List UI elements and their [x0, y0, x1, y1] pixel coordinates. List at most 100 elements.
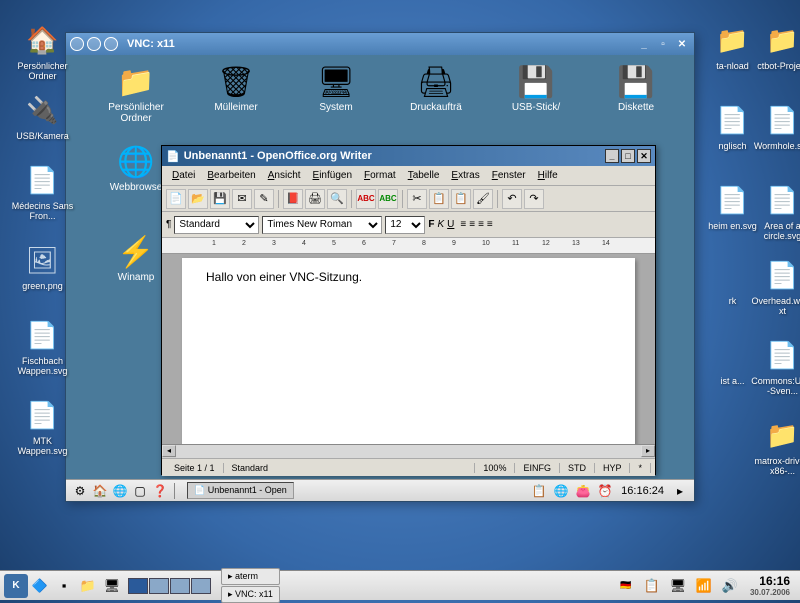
- window-sticky-button[interactable]: [87, 37, 101, 51]
- vnc-terminal-icon[interactable]: ▢: [131, 482, 149, 500]
- align-left-button[interactable]: ≡: [460, 219, 466, 230]
- align-right-button[interactable]: ≡: [478, 219, 484, 230]
- format-paintbrush-button[interactable]: 🖌: [473, 189, 493, 209]
- vnc-icon-pers-nlicher-ordner[interactable]: 📁Persönlicher Ordner: [96, 65, 176, 124]
- scroll-track[interactable]: [176, 445, 641, 458]
- status-zoom[interactable]: 100%: [475, 463, 515, 473]
- konsole-icon[interactable]: ▪: [53, 575, 75, 597]
- bold-button[interactable]: F: [428, 219, 434, 230]
- scroll-right-button[interactable]: ▸: [641, 445, 655, 457]
- save-button[interactable]: 💾: [210, 189, 230, 209]
- vnc-tray-clipboard-icon[interactable]: 📋: [530, 482, 548, 500]
- document-page[interactable]: Hallo von einer VNC-Sitzung.: [182, 258, 635, 444]
- task-button-aterm[interactable]: ▸ aterm: [221, 568, 280, 585]
- undo-button[interactable]: ↶: [502, 189, 522, 209]
- vnc-icon-m-lleimer[interactable]: 🗑Mülleimer: [196, 65, 276, 113]
- desktop-icon-mtk-wappen-svg[interactable]: 📄MTK Wappen.svg: [10, 395, 75, 457]
- vnc-tray-kwallet-icon[interactable]: 👛: [574, 482, 592, 500]
- task-button-vnc-x11[interactable]: ▸ VNC: x11: [221, 586, 280, 603]
- vnc-window[interactable]: VNC: x11 _ ▫ ✕ ⚡Winamp🌐Webbrowse💾Diskett…: [65, 32, 695, 502]
- email-button[interactable]: ✉: [232, 189, 252, 209]
- vnc-help-icon[interactable]: ❓: [151, 482, 169, 500]
- vnc-konqueror-icon[interactable]: 🌐: [111, 482, 129, 500]
- show-desktop-icon[interactable]: 🖥: [101, 575, 123, 597]
- print-button[interactable]: 🖨: [305, 189, 325, 209]
- desktop-icon-matrox-driver-x86-[interactable]: 📁matrox-driver-x86-...: [750, 415, 800, 477]
- edit-button[interactable]: ✎: [254, 189, 274, 209]
- menu-format[interactable]: Format: [358, 168, 402, 183]
- vnc-home-icon[interactable]: 🏠: [91, 482, 109, 500]
- horizontal-scrollbar[interactable]: ◂ ▸: [162, 444, 655, 458]
- tray-display-icon[interactable]: 🖥: [667, 575, 689, 597]
- ooo-minimize-button[interactable]: _: [605, 149, 619, 163]
- vnc-task-openoffice[interactable]: 📄 Unbenannt1 - Open: [187, 482, 294, 499]
- menu-einfügen[interactable]: Einfügen: [307, 168, 358, 183]
- kmenu-button[interactable]: K: [4, 574, 28, 598]
- font-size-select[interactable]: 12: [385, 216, 425, 234]
- tray-clipboard-icon[interactable]: 📋: [641, 575, 663, 597]
- status-insert-mode[interactable]: EINFG: [515, 463, 560, 473]
- desktop-icon-green-png[interactable]: 🖼green.png: [10, 240, 75, 292]
- vnc-kmenu-button[interactable]: ⚙: [71, 482, 89, 500]
- document-area[interactable]: Hallo von einer VNC-Sitzung.: [162, 254, 655, 444]
- pdf-export-button[interactable]: 📕: [283, 189, 303, 209]
- font-name-select[interactable]: Times New Roman: [262, 216, 382, 234]
- window-extra-button[interactable]: [104, 37, 118, 51]
- open-button[interactable]: 📂: [188, 189, 208, 209]
- desktop-icon-m-decins-sans-fron-[interactable]: 📄Médecins Sans Fron...: [10, 160, 75, 222]
- desktop-icon-ctbot-projekt[interactable]: 📁ctbot-Projekt: [750, 20, 800, 72]
- menu-extras[interactable]: Extras: [445, 168, 485, 183]
- taskbar-clock[interactable]: 16:16 30.07.2006: [744, 574, 796, 597]
- desktop-icon-area-of-a-circle-svg[interactable]: 📄Area of a circle.svg: [750, 180, 800, 242]
- menu-datei[interactable]: Datei: [166, 168, 201, 183]
- horizontal-ruler[interactable]: 1234567891011121314: [162, 238, 655, 254]
- vnc-clock[interactable]: 16:16:24: [617, 485, 668, 497]
- openoffice-writer-window[interactable]: 📄 Unbenannt1 - OpenOffice.org Writer _ □…: [161, 145, 656, 475]
- vnc-icon-diskette[interactable]: 💾Diskette: [596, 65, 676, 113]
- vnc-tray-clock-icon[interactable]: ⏰: [596, 482, 614, 500]
- desktop-icon-pers-nlicher-ordner[interactable]: 🏠Persönlicher Ordner: [10, 20, 75, 82]
- vnc-icon-system[interactable]: 🖥System: [296, 65, 376, 113]
- vnc-tray-network-icon[interactable]: 🌐: [552, 482, 570, 500]
- document-text[interactable]: Hallo von einer VNC-Sitzung.: [206, 270, 362, 284]
- desktop-icon-fischbach-wappen-svg[interactable]: 📄Fischbach Wappen.svg: [10, 315, 75, 377]
- vnc-titlebar[interactable]: VNC: x11 _ ▫ ✕: [66, 33, 694, 55]
- ooo-close-button[interactable]: ✕: [637, 149, 651, 163]
- new-doc-button[interactable]: 📄: [166, 189, 186, 209]
- scroll-left-button[interactable]: ◂: [162, 445, 176, 457]
- auto-spellcheck-button[interactable]: ABC: [378, 189, 398, 209]
- status-std[interactable]: STD: [560, 463, 595, 473]
- desktop-icon-usb-kamera[interactable]: 🔌USB/Kamera: [10, 90, 75, 142]
- spellcheck-button[interactable]: ABC: [356, 189, 376, 209]
- close-button[interactable]: ✕: [674, 37, 690, 51]
- menu-tabelle[interactable]: Tabelle: [402, 168, 446, 183]
- tray-network-icon[interactable]: 📶: [693, 575, 715, 597]
- align-center-button[interactable]: ≡: [469, 219, 475, 230]
- desktop-icon-commons-user-sven-[interactable]: 📄Commons:User-Sven...: [750, 335, 800, 397]
- underline-button[interactable]: U: [447, 219, 454, 230]
- menu-bearbeiten[interactable]: Bearbeiten: [201, 168, 261, 183]
- tray-volume-icon[interactable]: 🔊: [719, 575, 741, 597]
- kmenu-alt-icon[interactable]: 🔷: [29, 575, 51, 597]
- minimize-button[interactable]: _: [636, 37, 652, 51]
- maximize-button[interactable]: ▫: [655, 37, 671, 51]
- paragraph-style-select[interactable]: Standard: [174, 216, 259, 234]
- tray-keyboard-icon[interactable]: 🇩🇪: [615, 575, 637, 597]
- desktop-1[interactable]: [128, 578, 148, 594]
- vnc-icon-usb-stick-[interactable]: 💾USB-Stick/: [496, 65, 576, 113]
- copy-button[interactable]: 📋: [429, 189, 449, 209]
- desktop-2[interactable]: [149, 578, 169, 594]
- redo-button[interactable]: ↷: [524, 189, 544, 209]
- menu-hilfe[interactable]: Hilfe: [532, 168, 564, 183]
- desktop-icon-overhead-wiki-txt[interactable]: 📄Overhead.wiki.txt: [750, 255, 800, 317]
- paste-button[interactable]: 📋: [451, 189, 471, 209]
- ooo-maximize-button[interactable]: □: [621, 149, 635, 163]
- italic-button[interactable]: K: [437, 219, 444, 230]
- menu-ansicht[interactable]: Ansicht: [262, 168, 307, 183]
- desktop-3[interactable]: [170, 578, 190, 594]
- align-justify-button[interactable]: ≡: [487, 219, 493, 230]
- ooo-titlebar[interactable]: 📄 Unbenannt1 - OpenOffice.org Writer _ □…: [162, 146, 655, 166]
- print-preview-button[interactable]: 🔍: [327, 189, 347, 209]
- status-hyphenation[interactable]: HYP: [595, 463, 631, 473]
- vnc-icon-druckauftr-[interactable]: 🖨Druckaufträ: [396, 65, 476, 113]
